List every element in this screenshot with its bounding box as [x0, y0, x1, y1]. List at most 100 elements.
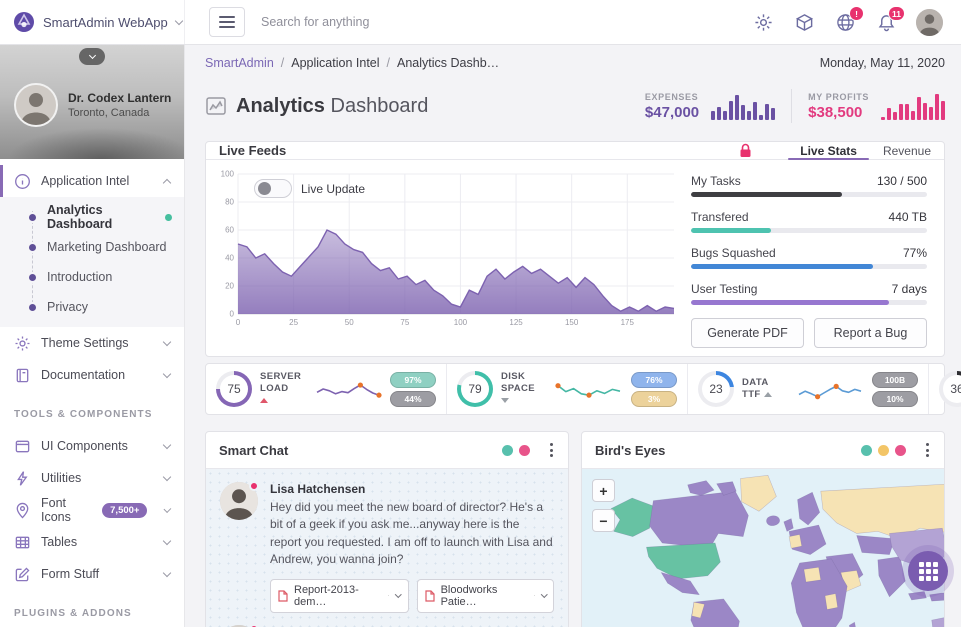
sidebar-item-theme-settings[interactable]: Theme Settings: [0, 327, 184, 359]
chat-message: Lisa Hatchensen Hey did you meet the new…: [220, 482, 554, 569]
world-map-svg: [582, 469, 944, 627]
expenses-label: EXPENSES: [645, 92, 699, 102]
expenses-value: $47,000: [645, 104, 699, 121]
font-icons-count-badge: 7,500+: [102, 503, 147, 518]
teal-dot[interactable]: [861, 445, 872, 456]
pink-dot[interactable]: [519, 445, 530, 456]
attachment-report[interactable]: Report-2013-dem…: [270, 579, 409, 613]
lock-icon: [739, 143, 752, 158]
attachment-dropdown[interactable]: [388, 595, 401, 597]
live-feeds-title: Live Feeds: [219, 143, 286, 158]
language-globe-icon[interactable]: !: [834, 11, 856, 33]
svg-text:100: 100: [454, 318, 468, 327]
profile-avatar[interactable]: [14, 83, 58, 127]
area-chart-icon: [205, 95, 227, 117]
brand-name: SmartAdmin WebApp: [43, 15, 168, 30]
trend-up-icon: [260, 398, 268, 403]
window-icon: [14, 438, 31, 455]
attachment-bloodworks[interactable]: Bloodworks Patie…: [417, 579, 554, 613]
teal-dot[interactable]: [502, 445, 513, 456]
trend-down-icon: [501, 398, 509, 403]
brand[interactable]: SmartAdmin WebApp: [0, 0, 185, 44]
sidebar-item-documentation[interactable]: Documentation: [0, 359, 184, 391]
profile-name: Dr. Codex Lantern: [68, 91, 171, 105]
kpi-disk-space: 79 DISKSPACE 76%3%: [447, 364, 688, 414]
apps-cube-icon[interactable]: [793, 11, 815, 33]
sidebar-item-tables[interactable]: Tables: [0, 526, 184, 558]
sidebar: Dr. Codex Lantern Toronto, Canada Applic…: [0, 45, 185, 627]
sidebar-item-ui-components[interactable]: UI Components: [0, 430, 184, 462]
stat-my-tasks: My Tasks130 / 500: [691, 174, 927, 197]
notifications-bell-icon[interactable]: 11: [875, 11, 897, 33]
online-status-dot: [249, 481, 259, 491]
data-ttf-sparkline: [796, 374, 864, 404]
file-icon: [425, 590, 435, 602]
svg-text:0: 0: [236, 318, 241, 327]
pink-dot[interactable]: [895, 445, 906, 456]
live-stats-list: My Tasks130 / 500 Transfered440 TB Bugs …: [691, 170, 927, 348]
birds-eyes-menu-icon[interactable]: [924, 441, 931, 459]
yellow-dot[interactable]: [878, 445, 889, 456]
search-input[interactable]: [261, 15, 581, 29]
smart-chat-menu-icon[interactable]: [548, 441, 555, 459]
sidebar-item-application-intel[interactable]: Application Intel: [0, 165, 184, 197]
generate-pdf-button[interactable]: Generate PDF: [691, 318, 804, 348]
notification-count-badge: 11: [888, 6, 905, 21]
sidebar-item-analytics-dashboard[interactable]: Analytics Dashboard: [0, 202, 184, 232]
breadcrumb-section[interactable]: Application Intel: [291, 56, 379, 70]
tab-revenue[interactable]: Revenue: [883, 142, 931, 159]
smart-chat-header-dots: [502, 441, 555, 459]
lightning-icon: [14, 470, 31, 487]
attachment-dropdown[interactable]: [534, 595, 547, 597]
menu-toggle-button[interactable]: [209, 7, 245, 37]
live-feeds-panel: Live Feeds Live Stats Revenue Live Updat…: [205, 141, 945, 357]
settings-gear-icon[interactable]: [752, 11, 774, 33]
birds-eyes-title: Bird's Eyes: [595, 443, 665, 458]
report-bug-button[interactable]: Report a Bug: [814, 318, 927, 348]
sidebar-profile: Dr. Codex Lantern Toronto, Canada: [0, 45, 184, 159]
sidebar-item-utilities[interactable]: Utilities: [0, 462, 184, 494]
sidebar-item-privacy[interactable]: Privacy: [0, 292, 184, 322]
brand-chevron-down-icon: [175, 16, 183, 24]
grid-icon: [919, 562, 938, 581]
disk-space-sparkline: [555, 374, 623, 404]
active-page-dot: [165, 214, 172, 221]
app-logo-icon: [13, 11, 35, 33]
profile-collapse-button[interactable]: [79, 48, 105, 65]
page-title: Analytics Dashboard: [205, 95, 428, 118]
smart-chat-title: Smart Chat: [219, 443, 288, 458]
sidebar-item-form-stuff[interactable]: Form Stuff: [0, 558, 184, 590]
map-pin-icon: [14, 502, 31, 519]
svg-text:75: 75: [400, 318, 409, 327]
navbar-actions: ! 11: [752, 9, 961, 36]
live-update-label: Live Update: [301, 182, 365, 196]
map-zoom-in-button[interactable]: +: [592, 479, 615, 502]
user-avatar[interactable]: [916, 9, 943, 36]
section-plugins-addons: PLUGINS & ADDONS: [0, 590, 184, 627]
section-tools-components: TOOLS & COMPONENTS: [0, 391, 184, 430]
breadcrumb-current: Analytics Dashb…: [397, 56, 499, 70]
chevron-down-icon: [163, 472, 171, 480]
chevron-down-icon: [163, 568, 171, 576]
top-navbar: SmartAdmin WebApp ! 11: [0, 0, 961, 45]
sidebar-item-introduction[interactable]: Introduction: [0, 262, 184, 292]
birds-eyes-header-dots: [861, 441, 931, 459]
tab-live-stats[interactable]: Live Stats: [800, 142, 857, 159]
svg-text:125: 125: [509, 318, 523, 327]
book-icon: [14, 367, 31, 384]
breadcrumb-home[interactable]: SmartAdmin: [205, 56, 274, 70]
avatar-lisa[interactable]: [220, 482, 258, 520]
sidebar-item-marketing-dashboard[interactable]: Marketing Dashboard: [0, 232, 184, 262]
live-stats-area-chart: Live Update 0204060801000255075100125150…: [218, 170, 677, 328]
app-shortcuts-fab[interactable]: [908, 551, 948, 591]
sidebar-nav: Application Intel Analytics Dashboard Ma…: [0, 159, 184, 627]
profile-location: Toronto, Canada: [68, 107, 171, 119]
attachments: Report-2013-dem… Bloodworks Patie…: [270, 579, 554, 613]
live-update-toggle[interactable]: [254, 179, 292, 198]
map-zoom-out-button[interactable]: −: [592, 509, 615, 532]
world-map[interactable]: + −: [582, 469, 944, 627]
sidebar-item-font-icons[interactable]: Font Icons 7,500+: [0, 494, 184, 526]
global-search: [261, 13, 752, 31]
smart-chat-panel: Smart Chat Lisa Hatchensen: [205, 431, 569, 627]
kpi-data-ttf: 23 DATATTF 100B10%: [688, 364, 929, 414]
